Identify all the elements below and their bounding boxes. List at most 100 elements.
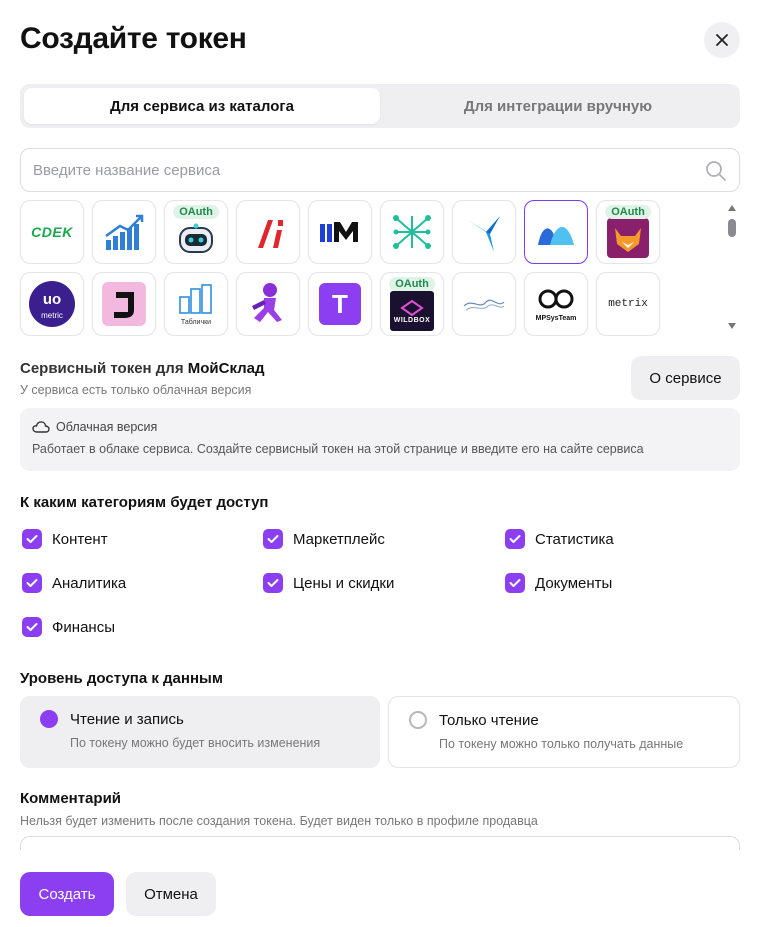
oauth-badge: OAuth [389,277,435,291]
mpsysteam-label: MPSysTeam [535,315,577,322]
svg-text:uo: uo [43,291,61,308]
metrix-label: metrix [608,298,648,310]
service-name: МойСклад [187,360,265,377]
checkbox-analytics[interactable]: Аналитика [22,573,126,593]
access-heading: Уровень доступа к данным [20,670,223,687]
j-logo-icon [102,282,146,326]
checkbox-content[interactable]: Контент [22,529,108,549]
service-tile-red[interactable] [236,200,300,264]
t-logo: T [319,283,361,325]
comment-input[interactable] [20,836,740,850]
scroll-down-icon[interactable] [728,323,736,329]
mpsysteam-icon [538,289,574,309]
radio-selected-icon [40,710,58,728]
close-button[interactable] [704,22,740,58]
t-logo-letter: T [332,288,348,319]
cloud-info-box: Облачная версия Работает в облаке сервис… [20,408,740,471]
service-tile-mm[interactable] [308,200,372,264]
service-tile-t[interactable]: T [308,272,372,336]
comment-heading: Комментарий [20,790,122,807]
comment-hint: Нельзя будет изменить после создания ток… [20,814,538,828]
tab-manual[interactable]: Для интеграции вручную [380,88,736,124]
search-icon[interactable] [705,160,727,182]
moysklad-icon [538,227,574,245]
checkbox-label: Аналитика [52,574,127,592]
checkbox-finance[interactable]: Финансы [22,617,115,637]
scroll-up-icon[interactable] [728,205,736,211]
access-option-read-write[interactable]: Чтение и запись По токену можно будет вн… [20,696,380,768]
access-option-desc: По токену можно только получать данные [439,737,684,751]
access-option-read-only[interactable]: Только чтение По токену можно только пол… [388,696,740,768]
service-tile-wildbox[interactable]: OAuth WILDBOX [380,272,444,336]
service-token-title: Сервисный токен для МойСклад [20,360,265,377]
tab-catalog[interactable]: Для сервиса из каталога [24,88,380,124]
checkbox-checked-icon [22,573,42,593]
checkbox-label: Документы [535,574,613,592]
checkbox-checked-icon [505,573,525,593]
handshake-icon [463,299,505,311]
wildbox-logo: WILDBOX [390,291,434,331]
search-box [20,148,740,192]
service-subtitle: У сервиса есть только облачная версия [20,383,252,397]
access-option-label: Чтение и запись [70,710,184,728]
checkbox-marketplace[interactable]: Маркетплейс [263,529,385,549]
cloud-info-text: Работает в облаке сервиса. Создайте серв… [32,442,644,456]
checkbox-label: Статистика [535,530,614,548]
service-tile-growth[interactable] [92,200,156,264]
checkbox-label: Контент [52,530,108,548]
tablichki-icon [179,284,212,314]
checkbox-statistics[interactable]: Статистика [505,529,614,549]
service-tile-tablichki[interactable]: Таблички [164,272,228,336]
wildbox-mark-icon [400,299,424,316]
checkbox-checked-icon [263,573,283,593]
radio-unselected-icon [409,711,427,729]
service-tile-handshake[interactable] [452,272,516,336]
uo-metric-label: metric [41,311,63,320]
mm-logo-icon [320,222,358,242]
service-tile-network[interactable] [380,200,444,264]
checkbox-documents[interactable]: Документы [505,573,612,593]
cdek-logo: CDEK [31,224,73,240]
growth-chart-icon [105,214,144,250]
tablichki-label: Таблички [180,319,212,326]
fox-icon [607,218,649,258]
network-icon [393,215,431,249]
service-tile-metrix[interactable]: metrix [596,272,660,336]
cancel-button[interactable]: Отмена [126,872,216,916]
service-tile-robot[interactable]: OAuth [164,200,228,264]
access-option-label: Только чтение [439,711,539,729]
scroll-thumb[interactable] [728,219,736,237]
uo-metric-icon: uo [29,281,75,327]
categories-heading: К каким категориям будет доступ [20,494,269,511]
bird-icon [468,216,500,252]
service-tile-moysklad[interactable] [524,200,588,264]
mode-tabs: Для сервиса из каталога Для интеграции в… [20,84,740,128]
checkbox-checked-icon [263,529,283,549]
page-title: Создайте токен [20,22,247,55]
cloud-icon [32,421,50,433]
cloud-info-title: Облачная версия [56,420,158,434]
oauth-badge: OAuth [605,205,651,219]
checkbox-label: Финансы [52,618,115,636]
robot-icon [179,223,213,253]
access-option-desc: По токену можно будет вносить изменения [70,736,321,750]
service-tile-runner[interactable] [236,272,300,336]
checkbox-checked-icon [505,529,525,549]
service-tile-j[interactable] [92,272,156,336]
about-service-button[interactable]: О сервисе [631,356,740,400]
search-input[interactable] [21,149,739,191]
checkbox-checked-icon [22,617,42,637]
wildbox-label: WILDBOX [393,316,431,324]
service-tile-mpsysteam[interactable]: MPSysTeam [524,272,588,336]
service-tile-bird[interactable] [452,200,516,264]
service-tile-uo-metric[interactable]: uo metric [20,272,84,336]
service-tile-fox[interactable]: OAuth [596,200,660,264]
red-slashes-icon [258,220,283,248]
runner-icon [252,283,282,322]
checkbox-prices[interactable]: Цены и скидки [263,573,394,593]
oauth-badge: OAuth [173,205,219,219]
create-button[interactable]: Создать [20,872,114,916]
checkbox-checked-icon [22,529,42,549]
service-tile-cdek[interactable]: CDEK [20,200,84,264]
catalog-scrollbar[interactable] [726,203,738,331]
